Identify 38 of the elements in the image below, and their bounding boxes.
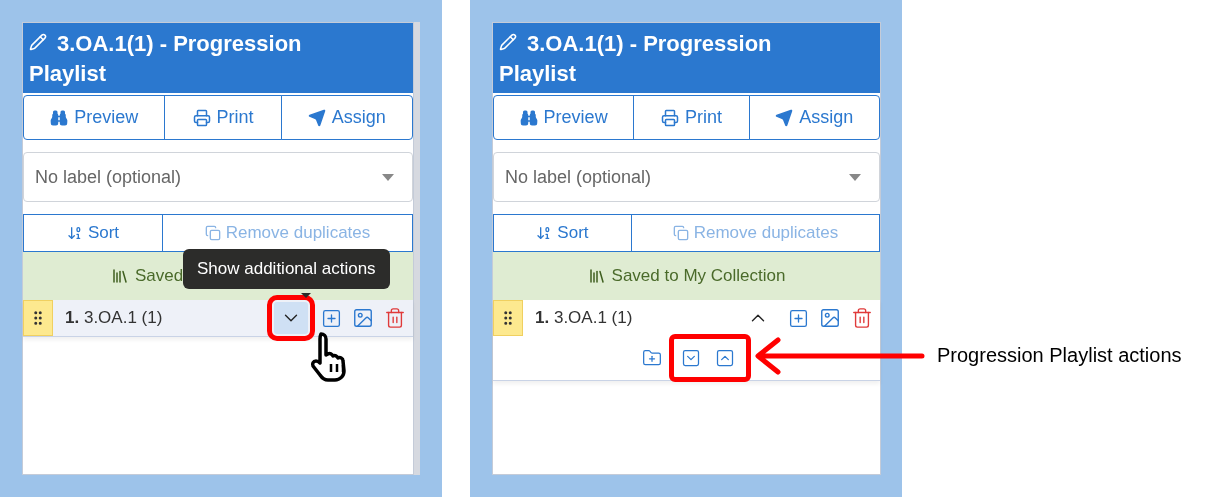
- send-icon: [307, 108, 326, 127]
- tooltip: Show additional actions: [183, 249, 390, 289]
- drag-handle[interactable]: [23, 300, 53, 336]
- assign-button[interactable]: Assign: [280, 95, 413, 140]
- binoculars-icon: [519, 108, 538, 127]
- item-name: 1. 3.OA.1 (1): [535, 308, 634, 328]
- caret-icon: [849, 173, 861, 181]
- callout-label: Progression Playlist actions: [937, 344, 1182, 367]
- playlist-item[interactable]: 1. 3.OA.1 (1): [493, 300, 880, 381]
- preview-button[interactable]: Preview: [23, 95, 166, 140]
- playlist-title: 3.OA.1(1) - Progression Playlist: [499, 30, 773, 88]
- sort-button[interactable]: Sort: [23, 214, 163, 252]
- saved-status: Saved: [135, 266, 184, 286]
- books-icon: [587, 267, 606, 285]
- copy-icon: [672, 225, 689, 241]
- print-button[interactable]: Print: [164, 95, 282, 140]
- playlist-title: 3.OA.1(1) - Progression Playlist: [29, 30, 303, 88]
- preview-button[interactable]: Preview: [493, 95, 635, 140]
- drag-handle[interactable]: [493, 300, 523, 336]
- binoculars-icon: [50, 108, 69, 127]
- assign-button[interactable]: Assign: [748, 95, 880, 140]
- sort-button[interactable]: Sort: [493, 214, 632, 252]
- printer-icon: [660, 108, 679, 127]
- books-icon: [111, 267, 129, 285]
- print-button[interactable]: Print: [633, 95, 750, 140]
- label-select[interactable]: No label (optional): [23, 152, 413, 202]
- tooltip-pointer: [301, 293, 311, 298]
- caret-icon: [382, 173, 394, 181]
- send-icon: [775, 108, 794, 127]
- copy-icon: [204, 225, 221, 241]
- saved-status: Saved to My Collection: [611, 266, 786, 286]
- label-select[interactable]: No label (optional): [493, 152, 880, 202]
- pencil-icon: [29, 33, 47, 51]
- printer-icon: [192, 108, 211, 127]
- item-name: 1. 3.OA.1 (1): [65, 308, 164, 328]
- pencil-icon: [499, 33, 517, 51]
- playlist-item[interactable]: 1. 3.OA.1 (1): [23, 300, 413, 337]
- sort-icon: [66, 225, 83, 241]
